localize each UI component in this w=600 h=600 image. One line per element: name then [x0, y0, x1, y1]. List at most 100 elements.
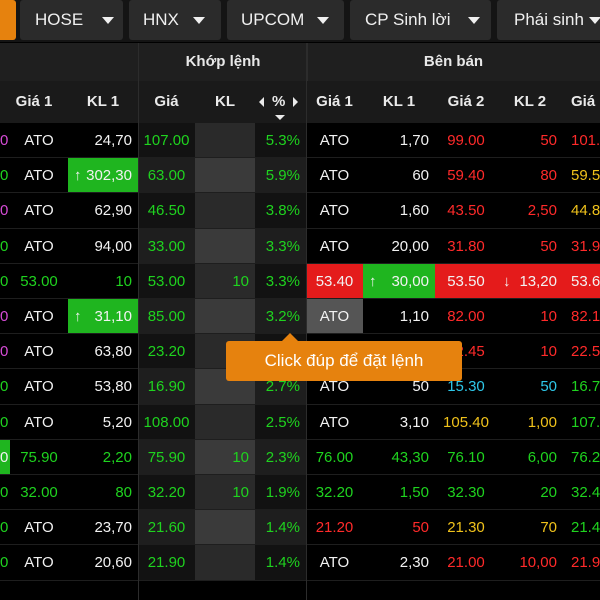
- cell-ap2[interactable]: 21.00: [435, 545, 497, 580]
- col-ask-vol2[interactable]: KL 2: [497, 81, 563, 123]
- cell-ap1[interactable]: ATO: [306, 545, 363, 580]
- cell-edge[interactable]: 0: [0, 158, 10, 193]
- cell-mv[interactable]: [195, 158, 255, 194]
- cell-ap2[interactable]: 82.00: [435, 299, 497, 334]
- cell-ap3[interactable]: 59.5: [563, 158, 600, 193]
- cell-pct[interactable]: 1.4%: [255, 510, 306, 546]
- cell-ap1[interactable]: 76.00: [306, 440, 363, 475]
- cell-mp[interactable]: 108.00: [138, 404, 195, 440]
- cell-mp[interactable]: 21.90: [138, 545, 195, 581]
- cell-av2[interactable]: 2,50: [497, 193, 563, 228]
- cell-edge[interactable]: 0: [0, 405, 10, 440]
- cell-pct[interactable]: 2.3%: [255, 439, 306, 475]
- cell-ap2[interactable]: 32.30: [435, 475, 497, 510]
- table-row[interactable]: 0 32.00 80 32.20 10 1.9% 32.20 1,50 32.30 20 32.4: [0, 475, 600, 510]
- cell-edge[interactable]: 0: [0, 545, 10, 580]
- col-ask-price3[interactable]: Giá: [563, 81, 600, 123]
- cell-edge[interactable]: 0: [0, 475, 10, 510]
- cell-av1[interactable]: 60: [363, 158, 435, 193]
- cell-pct[interactable]: 5.3%: [255, 123, 306, 158]
- cell-ap2[interactable]: 21.30: [435, 510, 497, 545]
- cell-mp[interactable]: 23.20: [138, 334, 195, 370]
- cell-edge[interactable]: 0: [0, 334, 10, 369]
- col-ask-price2[interactable]: Giá 2: [435, 81, 497, 123]
- cell-ap3[interactable]: 31.9: [563, 229, 600, 264]
- cell-bp1[interactable]: 53.00: [10, 264, 68, 299]
- col-ask-vol1[interactable]: KL 1: [363, 81, 435, 123]
- tab-hnx[interactable]: HNX: [129, 0, 221, 40]
- cell-ap2[interactable]: 76.10: [435, 440, 497, 475]
- cell-ap2[interactable]: 59.40: [435, 158, 497, 193]
- cell-pct[interactable]: 2.5%: [255, 404, 306, 440]
- cell-ap2[interactable]: 43.50: [435, 193, 497, 228]
- cell-pct[interactable]: 3.3%: [255, 263, 306, 299]
- col-bid-vol1[interactable]: KL 1: [68, 81, 138, 123]
- cell-pct[interactable]: 3.8%: [255, 193, 306, 229]
- table-row[interactable]: 0 ATO 5,20 108.00 2.5% ATO 3,10 105.40 1,00 107.: [0, 404, 600, 440]
- col-bid-price1[interactable]: Giá 1: [0, 81, 68, 123]
- cell-ap1[interactable]: ATO: [306, 299, 363, 334]
- cell-av2[interactable]: 70: [497, 510, 563, 545]
- cell-edge[interactable]: 0: [0, 193, 10, 228]
- cell-mp[interactable]: 107.00: [138, 123, 195, 158]
- chevron-right-icon[interactable]: [293, 97, 298, 107]
- cell-av1[interactable]: 20,00: [363, 229, 435, 264]
- cell-av2[interactable]: 50: [497, 369, 563, 404]
- cell-ap3[interactable]: 107.: [563, 405, 600, 440]
- cell-mp[interactable]: 46.50: [138, 193, 195, 229]
- tab-hose[interactable]: HOSE: [20, 0, 123, 40]
- cell-av1[interactable]: 43,30: [363, 440, 435, 475]
- cell-mv[interactable]: [195, 545, 255, 581]
- cell-ap2[interactable]: 31.80: [435, 229, 497, 264]
- cell-av2[interactable]: 1,00: [497, 405, 563, 440]
- cell-edge[interactable]: 0: [0, 229, 10, 264]
- cell-ap2[interactable]: 99.00: [435, 123, 497, 158]
- cell-bp1[interactable]: ATO: [10, 545, 68, 580]
- cell-av2[interactable]: 10,00: [497, 545, 563, 580]
- cell-mp[interactable]: 32.20: [138, 475, 195, 510]
- cell-bp1[interactable]: ATO: [10, 334, 68, 369]
- cell-av1[interactable]: 1,70: [363, 123, 435, 158]
- cell-ap1[interactable]: ATO: [306, 158, 363, 193]
- cell-mv[interactable]: [195, 123, 255, 158]
- cell-pct[interactable]: 5.9%: [255, 158, 306, 194]
- cell-pct[interactable]: 3.2%: [255, 299, 306, 334]
- cell-bp1[interactable]: ATO: [10, 299, 68, 334]
- cell-bv1[interactable]: 20,60: [68, 545, 138, 580]
- cell-ap3[interactable]: 16.7: [563, 369, 600, 404]
- cell-mp[interactable]: 21.60: [138, 510, 195, 546]
- cell-mp[interactable]: 53.00: [138, 263, 195, 299]
- table-row[interactable]: 0 ATO 94,00 33.00 3.3% ATO 20,00 31.80 50 31.9: [0, 228, 600, 264]
- cell-av2[interactable]: 50: [497, 229, 563, 264]
- cell-ap1[interactable]: 21.20: [306, 510, 363, 545]
- cell-bp1[interactable]: ATO: [10, 158, 68, 193]
- cell-bv1[interactable]: 80: [68, 475, 138, 510]
- col-match-vol[interactable]: KL: [195, 81, 255, 123]
- cell-mv[interactable]: 10: [195, 475, 255, 510]
- cell-ap1[interactable]: ATO: [306, 193, 363, 228]
- cell-mp[interactable]: 16.90: [138, 369, 195, 405]
- col-ask-price1[interactable]: Giá 1: [306, 81, 363, 123]
- cell-ap3[interactable]: 21.4: [563, 510, 600, 545]
- cell-ap3[interactable]: 53.6: [563, 263, 600, 299]
- cell-bv1[interactable]: ↑ 31,10: [68, 299, 138, 334]
- table-row[interactable]: 0 ATO 24,70 107.00 5.3% ATO 1,70 99.00 50 101.: [0, 123, 600, 158]
- cell-mp[interactable]: 63.00: [138, 158, 195, 194]
- cell-av2[interactable]: 80: [497, 158, 563, 193]
- cell-ap1[interactable]: ATO: [306, 405, 363, 440]
- col-match-price[interactable]: Giá: [138, 81, 195, 123]
- cell-av2[interactable]: ↓ 13,20: [497, 263, 563, 299]
- cell-bv1[interactable]: 24,70: [68, 123, 138, 158]
- cell-ap3[interactable]: 21.9: [563, 545, 600, 580]
- cell-mv[interactable]: [195, 299, 255, 334]
- cell-av1[interactable]: 3,10: [363, 405, 435, 440]
- cell-edge[interactable]: 0: [0, 439, 10, 475]
- cell-edge[interactable]: 0: [0, 299, 10, 334]
- cell-av2[interactable]: 20: [497, 475, 563, 510]
- table-row[interactable]: 0 75.90 2,20 75.90 10 2.3% 76.00 43,30 76.10 6,00…: [0, 439, 600, 475]
- tab-cp-sinh-loi[interactable]: CP Sinh lời: [350, 0, 491, 40]
- sort-desc-icon[interactable]: [275, 115, 285, 120]
- cell-av1[interactable]: 1,50: [363, 475, 435, 510]
- cell-av2[interactable]: 50: [497, 123, 563, 158]
- table-row[interactable]: 0 ATO 20,60 21.90 1.4% ATO 2,30 21.00 10,00 21.9: [0, 545, 600, 581]
